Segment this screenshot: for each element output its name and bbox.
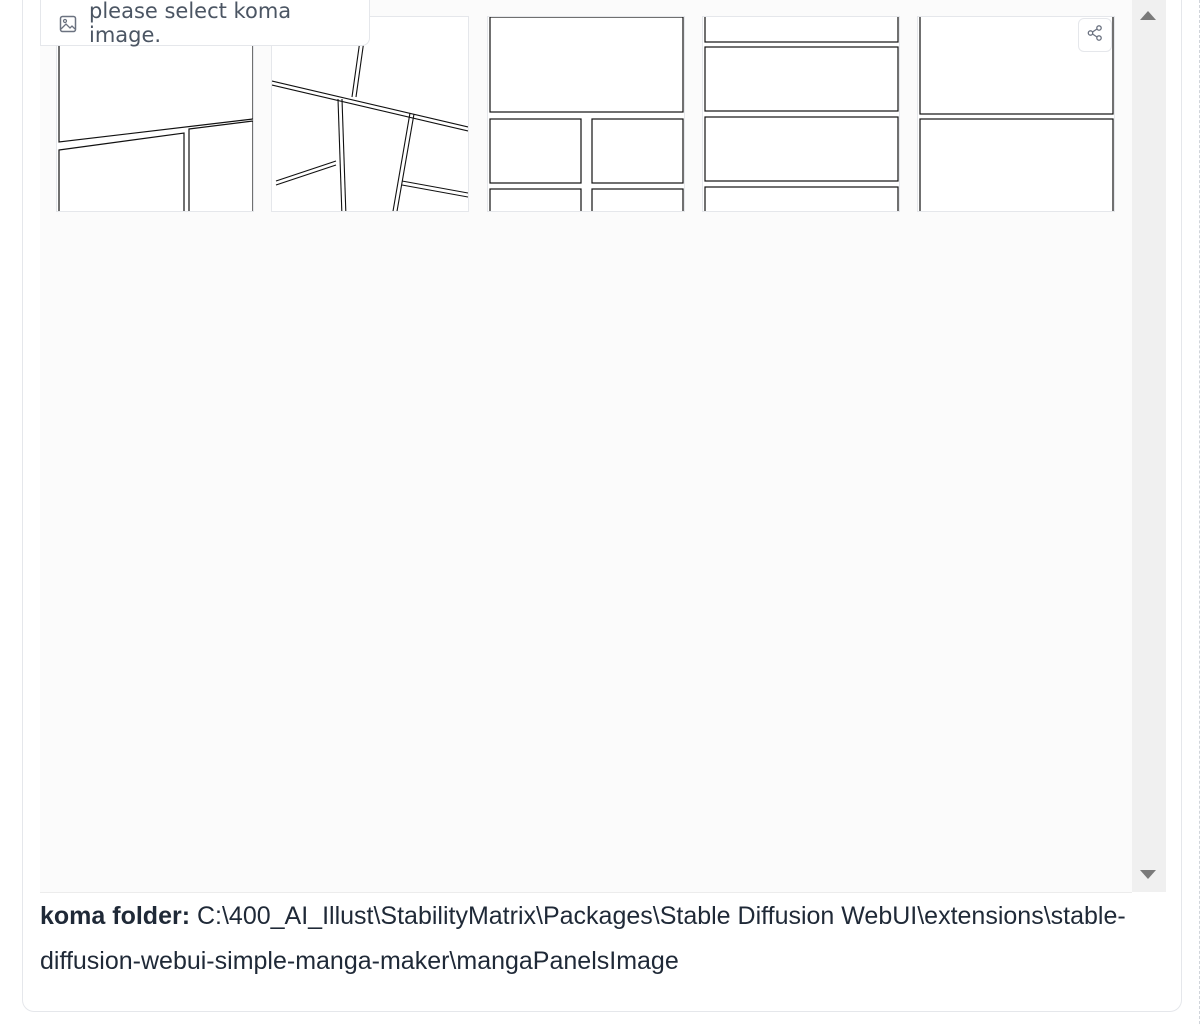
koma-folder-path: C:\400_AI_Illust\StabilityMatrix\Package…: [40, 902, 1126, 975]
scroll-down-arrow-icon[interactable]: [1140, 870, 1156, 879]
image-icon: [59, 14, 77, 32]
scroll-up-arrow-icon[interactable]: [1140, 11, 1156, 20]
gallery-scrollbar[interactable]: [1132, 0, 1166, 892]
koma-thumbnail-3[interactable]: [487, 16, 685, 212]
koma-folder-label: koma folder:: [40, 902, 191, 930]
gallery-label-text: please select koma image.: [89, 0, 292, 47]
share-button[interactable]: [1078, 18, 1112, 52]
gallery-label: please select koma image.: [40, 0, 370, 47]
koma-thumbnail-4[interactable]: [702, 16, 900, 212]
koma-folder-info: koma folder: C:\400_AI_Illust\StabilityM…: [40, 894, 1130, 984]
share-icon: [1086, 24, 1104, 46]
